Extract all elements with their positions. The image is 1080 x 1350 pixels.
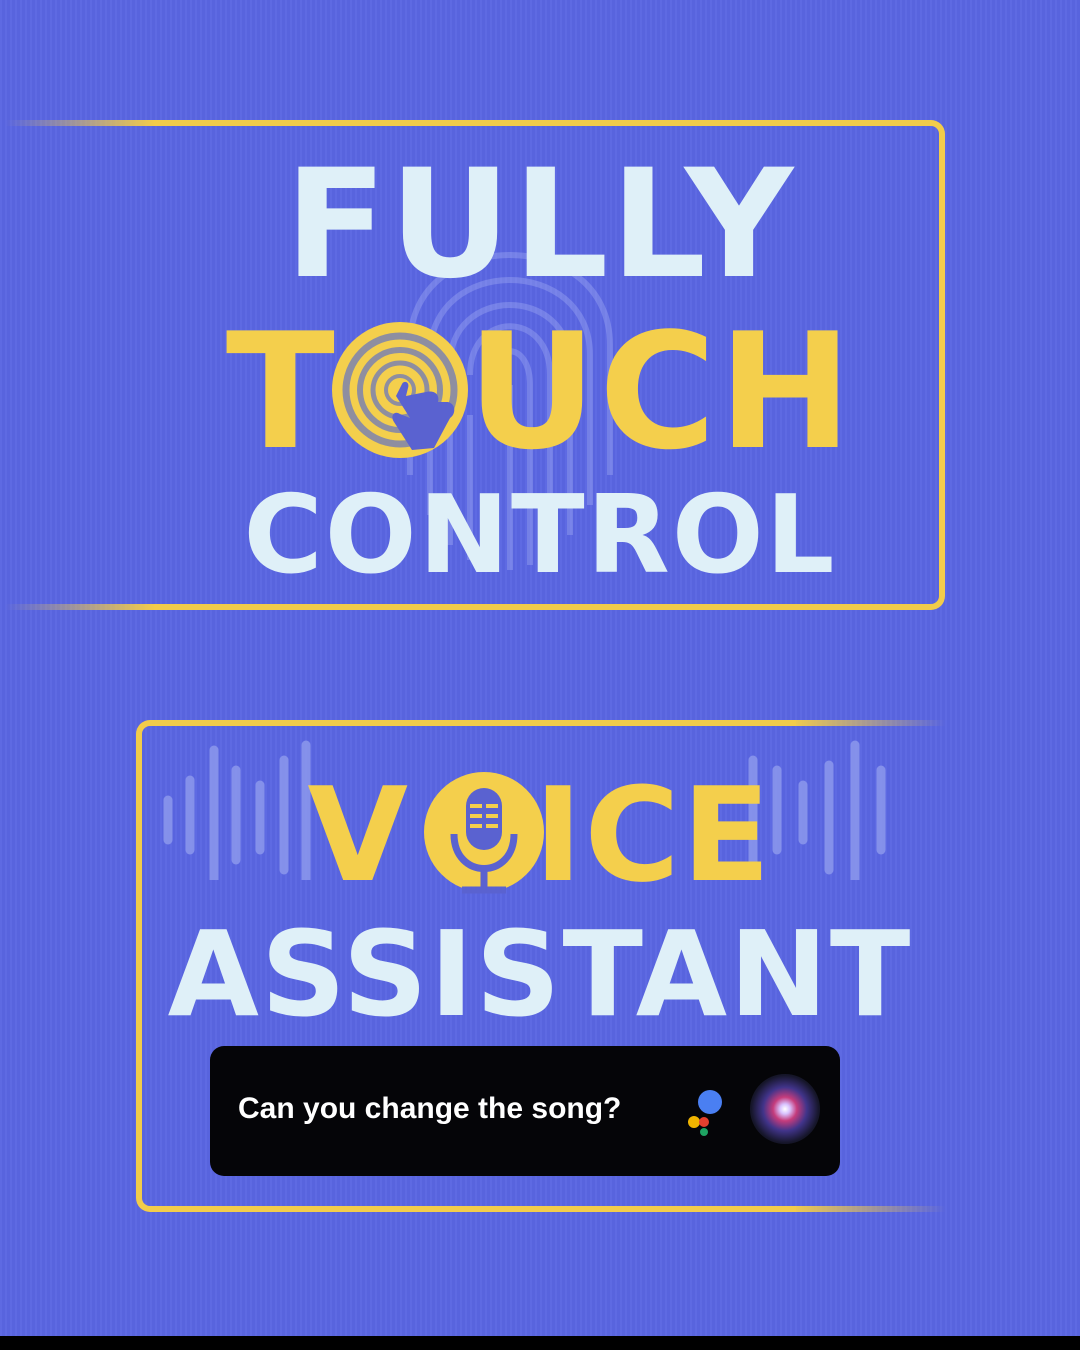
headline-assistant: ASSISTANT <box>167 905 913 1043</box>
headline-voice-left: V <box>307 759 411 911</box>
frame-fade-line <box>791 1206 946 1212</box>
headline-touch-right: UCH <box>466 298 855 485</box>
frame-fade-line <box>5 604 155 610</box>
bottom-strip <box>0 1336 1080 1350</box>
prompt-text: Can you change the song? <box>238 1092 622 1125</box>
microphone-icon <box>424 772 544 894</box>
headline-voice-right: ICE <box>534 759 773 911</box>
headline-control: CONTROL <box>243 473 837 598</box>
tap-finger-icon <box>332 322 468 458</box>
google-assistant-icon <box>688 1090 722 1136</box>
frame-fade-line <box>5 120 155 126</box>
frame-fade-line <box>791 720 946 726</box>
headline-fully: FULLY <box>284 138 796 312</box>
voice-prompt-bar: Can you change the song? <box>210 1046 840 1176</box>
headline-touch: T UCH <box>0 312 1080 472</box>
siri-icon <box>750 1074 820 1144</box>
headline-touch-left: T <box>225 298 337 485</box>
